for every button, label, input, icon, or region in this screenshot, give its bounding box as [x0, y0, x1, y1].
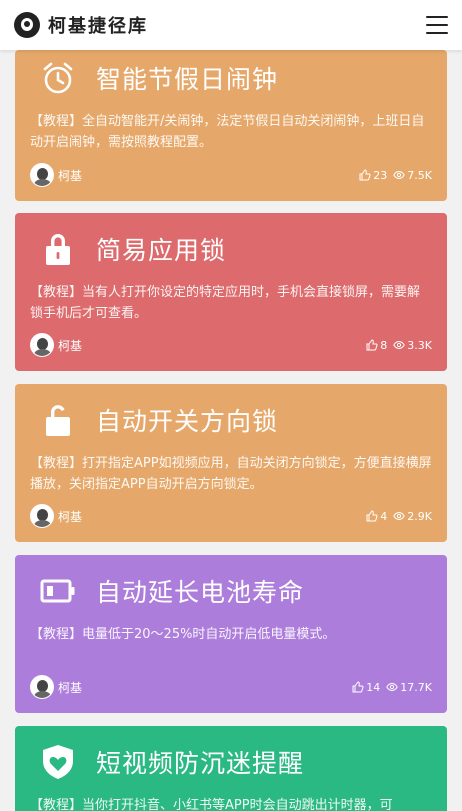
shortcut-card[interactable]: 自动开关方向锁 【教程】打开指定APP如视频应用，自动关闭方向锁定，方便直接横屏…	[15, 384, 447, 542]
eye-icon	[393, 170, 406, 180]
views-count: 7.5K	[407, 168, 432, 182]
views-stat: 2.9K	[393, 510, 432, 523]
likes-count: 14	[366, 680, 381, 694]
unlock-icon	[36, 400, 80, 440]
likes-stat[interactable]: 23	[359, 169, 387, 182]
author-avatar[interactable]	[30, 163, 54, 187]
card-description: 【教程】当你打开抖音、小红书等APP时会自动跳出计时器，可	[30, 798, 393, 811]
views-count: 17.7K	[400, 680, 432, 694]
card-title: 自动开关方向锁	[96, 407, 279, 436]
logo-icon[interactable]	[14, 12, 40, 38]
likes-stat[interactable]: 8	[366, 339, 387, 352]
views-count: 2.9K	[407, 509, 432, 523]
thumbs-up-icon	[366, 339, 378, 351]
views-stat: 17.7K	[386, 681, 432, 694]
views-stat: 3.3K	[393, 339, 432, 352]
brand-title[interactable]: 柯基捷径库	[48, 12, 148, 38]
card-description: 【教程】全自动智能开/关闹钟，法定节假日自动关闭闹钟，上班日自动开启闹钟，需按照…	[30, 114, 425, 150]
likes-stat[interactable]: 4	[366, 510, 387, 523]
card-description: 【教程】电量低于20～25%时自动开启低电量模式。	[30, 627, 336, 642]
card-description: 【教程】打开指定APP如视频应用，自动关闭方向锁定，方便直接横屏播放，关闭指定A…	[30, 456, 432, 492]
battery-icon	[36, 571, 80, 611]
alarm-clock-icon	[36, 58, 80, 98]
author-name[interactable]: 柯基	[58, 337, 82, 354]
card-title: 智能节假日闹钟	[96, 65, 279, 94]
shield-heart-icon	[36, 742, 80, 782]
author-avatar[interactable]	[30, 333, 54, 357]
likes-count: 4	[380, 509, 388, 523]
author-name[interactable]: 柯基	[58, 508, 82, 525]
eye-icon	[393, 511, 406, 521]
likes-count: 23	[373, 168, 388, 182]
views-count: 3.3K	[407, 338, 432, 352]
shortcut-card[interactable]: 简易应用锁 【教程】当有人打开你设定的特定应用时，手机会直接锁屏，需要解锁手机后…	[15, 213, 447, 371]
author-avatar[interactable]	[30, 504, 54, 528]
card-title: 简易应用锁	[96, 236, 227, 265]
shortcut-card[interactable]: 自动延长电池寿命 【教程】电量低于20～25%时自动开启低电量模式。 柯基 14…	[15, 555, 447, 713]
thumbs-up-icon	[366, 510, 378, 522]
menu-icon[interactable]	[426, 16, 448, 34]
likes-count: 8	[380, 338, 388, 352]
card-description: 【教程】当有人打开你设定的特定应用时，手机会直接锁屏，需要解锁手机后才可查看。	[30, 285, 421, 321]
thumbs-up-icon	[352, 681, 364, 693]
card-title: 自动延长电池寿命	[96, 578, 305, 607]
shortcut-card[interactable]: 智能节假日闹钟 【教程】全自动智能开/关闹钟，法定节假日自动关闭闹钟，上班日自动…	[15, 50, 447, 201]
shortcut-card[interactable]: 短视频防沉迷提醒 【教程】当你打开抖音、小红书等APP时会自动跳出计时器，可	[15, 726, 447, 811]
eye-icon	[393, 340, 406, 350]
author-avatar[interactable]	[30, 675, 54, 699]
eye-icon	[386, 682, 399, 692]
author-name[interactable]: 柯基	[58, 167, 82, 184]
top-bar: 柯基捷径库	[0, 0, 462, 50]
views-stat: 7.5K	[393, 169, 432, 182]
likes-stat[interactable]: 14	[352, 681, 380, 694]
lock-icon	[36, 229, 80, 269]
thumbs-up-icon	[359, 169, 371, 181]
card-title: 短视频防沉迷提醒	[96, 749, 305, 778]
author-name[interactable]: 柯基	[58, 679, 82, 696]
